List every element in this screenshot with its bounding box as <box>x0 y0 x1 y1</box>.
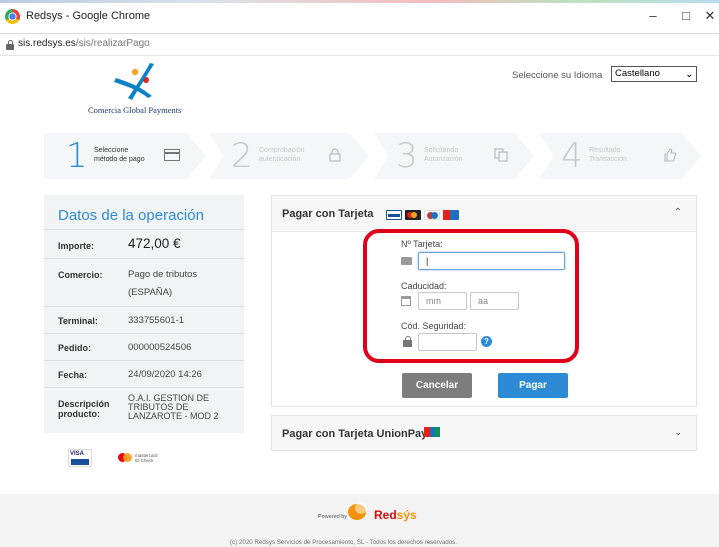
visa-logo: VISA <box>68 449 92 467</box>
operation-panel: Datos de la operación Importe: 472,00 € … <box>44 195 244 433</box>
row-key: Importe: <box>58 241 94 251</box>
row-value: 000000524506 <box>128 342 192 353</box>
language-selected: Castellano <box>615 68 660 79</box>
visa-mini-icon <box>386 210 402 220</box>
row-key: Terminal: <box>58 316 98 326</box>
diners-mini-icon <box>424 210 440 220</box>
titlebar-accent <box>0 0 719 3</box>
row-key: Pedido: <box>58 343 91 353</box>
expand-chevron-icon[interactable]: ⌄ <box>674 427 682 438</box>
operation-row-description: Descripción producto: O.A.I. GESTION DE … <box>44 387 244 433</box>
step-label: Seleccione método de pago <box>94 147 145 163</box>
credit-card-icon <box>164 148 180 166</box>
redsys-logo-icon <box>348 502 372 520</box>
unionpay-panel-header[interactable]: Pagar con Tarjeta UnionPay ⌄ <box>271 415 697 451</box>
unionpay-title: Pagar con Tarjeta UnionPay <box>282 428 428 440</box>
row-key: Fecha: <box>58 370 88 380</box>
step-2: 2 Comprobación autenticación <box>209 133 369 179</box>
row-key: Descripción producto: <box>58 399 110 419</box>
lock-icon <box>329 148 341 167</box>
window-title: Redsys - Google Chrome <box>26 10 151 22</box>
maximize-button[interactable]: □ <box>673 6 699 26</box>
step-number: 1 <box>66 136 88 176</box>
language-select[interactable]: Castellano ⌄ <box>611 66 697 82</box>
cancel-button[interactable]: Cancelar <box>402 373 472 398</box>
unionpay-mini-icon <box>424 427 440 437</box>
step-number: 4 <box>561 136 583 176</box>
step-1: 1 Seleccione método de pago <box>44 133 206 179</box>
chevron-down-icon: ⌄ <box>685 69 693 79</box>
copyright-text: (c) 2020 Redsys Servicios de Procesamien… <box>230 539 457 546</box>
step-label: Solicitando Autorización <box>424 147 463 163</box>
step-label: Comprobación autenticación <box>259 147 305 163</box>
row-value: 24/09/2020 14:26 <box>128 369 202 380</box>
operation-row-merchant: Comercio: Pago de tributos (ESPAÑA) <box>44 258 244 306</box>
operation-row-terminal: Terminal: 333755601-1 <box>44 306 244 333</box>
row-key: Comercio: <box>58 270 103 280</box>
operation-row-order: Pedido: 000000524506 <box>44 333 244 360</box>
footer: Powered by Redsýs (c) 2020 Redsys Servic… <box>0 494 719 547</box>
highlight-outline <box>363 229 579 363</box>
collapse-chevron-icon[interactable]: ⌃ <box>674 207 682 218</box>
close-button[interactable]: ✕ <box>697 6 719 26</box>
browser-titlebar: Redsys - Google Chrome – □ ✕ <box>0 0 719 34</box>
step-label: Resultado Transacción <box>589 147 627 163</box>
operation-row-date: Fecha: 24/09/2020 14:26 <box>44 360 244 387</box>
url-host: sis.redsys.es <box>18 38 76 49</box>
address-bar[interactable]: sis.redsys.es/sis/realizarPago <box>0 34 719 56</box>
redsys-wordmark: Redsýs <box>374 508 417 522</box>
operation-row-amount: Importe: 472,00 € <box>44 229 244 258</box>
step-number: 2 <box>231 136 253 176</box>
padlock-icon <box>6 40 14 50</box>
step-4: 4 Resultado Transacción <box>539 133 701 179</box>
pay-button[interactable]: Pagar <box>498 373 568 398</box>
row-value: 333755601-1 <box>128 315 184 326</box>
language-label: Seleccione su Idioma <box>512 70 603 81</box>
card-panel-title: Pagar con Tarjeta <box>282 208 374 220</box>
step-3: 3 Solicitando Autorización <box>374 133 534 179</box>
chrome-icon <box>5 9 20 24</box>
row-value: 472,00 € <box>128 236 181 251</box>
thumbs-up-icon <box>663 148 677 167</box>
logo-caption: Comercia Global Payments <box>88 105 182 115</box>
documents-icon <box>494 148 508 167</box>
row-value: Pago de tributos (ESPAÑA) <box>128 269 198 298</box>
amex-mini-icon <box>443 210 459 220</box>
progress-steps: 1 Seleccione método de pago 2 Comprobació… <box>44 133 704 179</box>
operation-title: Datos de la operación <box>58 207 204 224</box>
card-panel-header[interactable]: Pagar con Tarjeta ⌃ <box>272 196 696 232</box>
mastercard-mini-icon <box>405 210 421 220</box>
url-path: /sis/realizarPago <box>75 38 150 49</box>
step-number: 3 <box>396 136 418 176</box>
row-value: O.A.I. GESTION DE TRIBUTOS DE LANZAROTE … <box>128 393 219 421</box>
mastercard-idcheck-logo: mastercard ID Check <box>118 451 162 465</box>
url-text[interactable]: sis.redsys.es/sis/realizarPago <box>18 38 150 49</box>
powered-by-label: Powered by <box>318 514 348 520</box>
minimize-button[interactable]: – <box>640 6 666 26</box>
